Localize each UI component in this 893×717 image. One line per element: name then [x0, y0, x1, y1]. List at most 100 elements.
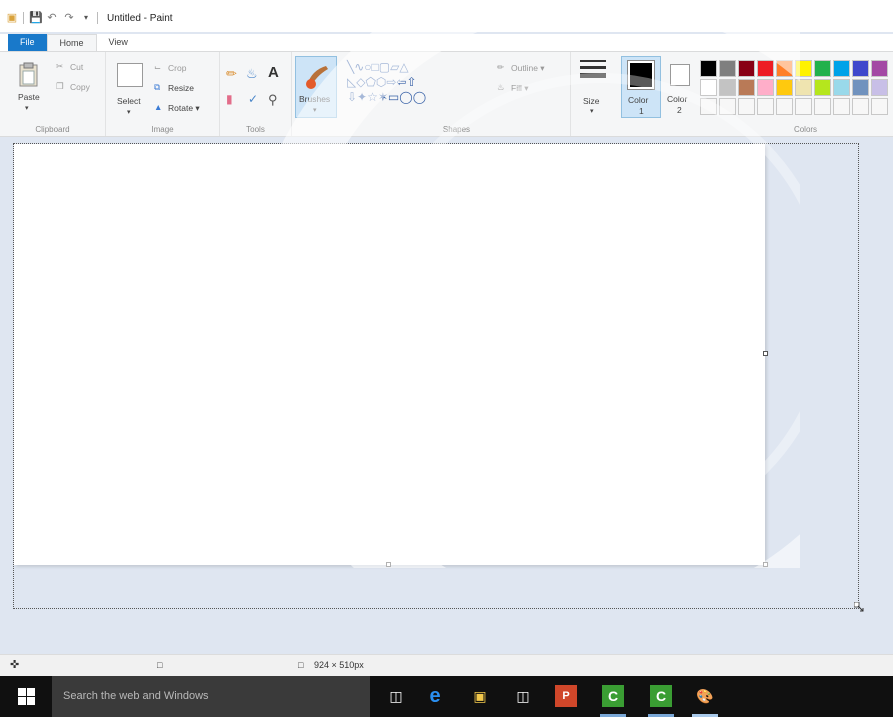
color-swatch[interactable]	[719, 60, 736, 77]
text-tool-icon[interactable]: A	[268, 64, 279, 81]
shapes-group: ╲∿○□▢▱△ ◺◇⬠⬡⇨⇦⇧ ⇩✦☆✶▭◯◯ ✏ Outline ▾ ♨ Fi…	[343, 52, 571, 136]
canvas-resize-handle-right[interactable]	[763, 351, 768, 356]
save-icon[interactable]: 💾	[29, 12, 43, 24]
windows-taskbar: Search the web and Windows ◫ e ▣ ◫ P C C…	[0, 676, 893, 717]
rotate-icon: ▲	[154, 102, 163, 112]
paint-app-icon[interactable]: ▣	[6, 12, 18, 24]
redo-icon[interactable]: ↷	[63, 12, 75, 24]
select-button[interactable]: Select ▾	[114, 60, 148, 116]
windows-start-icon[interactable]	[18, 688, 35, 705]
color1-button[interactable]: Color 1	[621, 56, 661, 118]
color-swatch[interactable]	[833, 60, 850, 77]
custom-color-slot[interactable]	[833, 98, 850, 115]
color-swatch[interactable]	[795, 60, 812, 77]
resize-icon: ⧉	[154, 82, 161, 92]
color-swatch[interactable]	[852, 60, 869, 77]
color-swatch[interactable]	[700, 79, 717, 96]
color-swatch[interactable]	[700, 60, 717, 77]
status-bar: ✜ □ □ 924 × 510px	[0, 654, 893, 676]
paste-icon	[19, 62, 38, 87]
color2-sub: 2	[677, 105, 682, 115]
customize-qat-icon[interactable]: ▾	[80, 12, 92, 24]
copy-button[interactable]: Copy	[70, 82, 90, 92]
paste-label: Paste	[18, 92, 40, 102]
canvas-resize-handle-bottom[interactable]	[386, 562, 391, 567]
resize-cursor-icon	[854, 602, 864, 612]
crop-button[interactable]: Crop	[168, 63, 186, 73]
shapes-row: ◺◇⬠⬡⇨⇦⇧	[347, 75, 417, 89]
color-swatch[interactable]	[833, 79, 850, 96]
resize-button[interactable]: Resize	[168, 83, 194, 93]
chevron-down-icon: ▾	[313, 107, 317, 114]
tab-file[interactable]: File	[8, 34, 47, 51]
color-swatch[interactable]	[795, 79, 812, 96]
window-title: Untitled - Paint	[107, 12, 173, 24]
custom-color-slot[interactable]	[814, 98, 831, 115]
camtasia-icon[interactable]: C	[602, 685, 624, 707]
chevron-down-icon: ▾	[127, 109, 131, 116]
color-swatch[interactable]	[738, 79, 755, 96]
color-palette	[700, 60, 893, 122]
powerpoint-icon[interactable]: P	[555, 685, 577, 707]
color2-label: Color	[667, 94, 688, 104]
paint-taskbar-icon[interactable]: 🎨	[694, 685, 716, 707]
color-swatch[interactable]	[757, 60, 774, 77]
qat-divider	[97, 12, 98, 24]
fill-button[interactable]: Fill ▾	[511, 83, 529, 94]
custom-color-slot[interactable]	[738, 98, 755, 115]
tools-group: ✏ ♨ A ▮ ✓ ⚲ Tools	[220, 52, 292, 136]
color-swatch[interactable]	[738, 60, 755, 77]
canvas-resize-handle-corner[interactable]	[763, 562, 768, 567]
fill-bucket-icon[interactable]: ♨	[246, 66, 258, 82]
cursor-position-icon: ✜	[10, 659, 20, 671]
eraser-icon[interactable]: ▮	[226, 92, 233, 106]
tab-home[interactable]: Home	[46, 34, 97, 51]
crop-icon: ⌙	[154, 62, 162, 72]
clipboard-group-label: Clipboard	[35, 125, 70, 134]
color-swatch[interactable]	[871, 60, 888, 77]
custom-color-slot[interactable]	[871, 98, 888, 115]
size-button[interactable]: Size ▾	[576, 56, 610, 118]
ribbon-tabs: File Home View	[0, 34, 893, 51]
canvas-size-icon: □	[298, 660, 304, 670]
color-swatch[interactable]	[776, 79, 793, 96]
custom-color-slot[interactable]	[776, 98, 793, 115]
colors-group: Colors	[698, 52, 893, 136]
color1-swatch	[627, 60, 655, 90]
custom-color-slot[interactable]	[795, 98, 812, 115]
shapes-gallery[interactable]: ╲∿○□▢▱△ ◺◇⬠⬡⇨⇦⇧ ⇩✦☆✶▭◯◯	[347, 60, 491, 114]
color-swatch[interactable]	[719, 79, 736, 96]
size-icon	[580, 60, 606, 78]
pencil-icon[interactable]: ✏	[226, 66, 237, 82]
paste-button[interactable]: Paste ▾	[14, 58, 44, 116]
outline-button[interactable]: Outline ▾	[511, 63, 545, 74]
color-swatch[interactable]	[871, 79, 888, 96]
tab-view[interactable]: View	[97, 34, 140, 51]
taskbar-search-box[interactable]: Search the web and Windows	[52, 676, 370, 717]
color2-button[interactable]: Color 2	[664, 56, 696, 118]
colors-group-label: Colors	[793, 125, 818, 134]
color-picker-icon[interactable]: ✓	[248, 92, 258, 106]
brushes-button[interactable]: Brushes ▾	[295, 56, 337, 118]
custom-color-slot[interactable]	[852, 98, 869, 115]
edge-browser-icon[interactable]: e	[424, 685, 446, 707]
tools-group-label: Tools	[246, 125, 265, 134]
magnifier-icon[interactable]: ⚲	[268, 92, 278, 108]
color-swatch[interactable]	[852, 79, 869, 96]
task-view-icon[interactable]: ◫	[385, 685, 407, 707]
rotate-button[interactable]: Rotate ▾	[168, 103, 200, 114]
store-icon[interactable]: ◫	[512, 685, 534, 707]
color-swatch[interactable]	[757, 79, 774, 96]
custom-color-slot[interactable]	[757, 98, 774, 115]
custom-color-slot[interactable]	[700, 98, 717, 115]
copy-icon: ❐	[56, 81, 64, 91]
color-swatch[interactable]	[776, 60, 793, 77]
custom-color-slot[interactable]	[719, 98, 736, 115]
color-swatch[interactable]	[814, 79, 831, 96]
ribbon: Paste ▾ ✂ Cut ❐ Copy Clipboard Select ▾ …	[0, 51, 893, 137]
undo-icon[interactable]: ↶	[46, 12, 58, 24]
camtasia-recorder-icon[interactable]: C	[650, 685, 672, 707]
cut-button[interactable]: Cut	[70, 62, 83, 72]
color-swatch[interactable]	[814, 60, 831, 77]
file-explorer-icon[interactable]: ▣	[469, 685, 491, 707]
